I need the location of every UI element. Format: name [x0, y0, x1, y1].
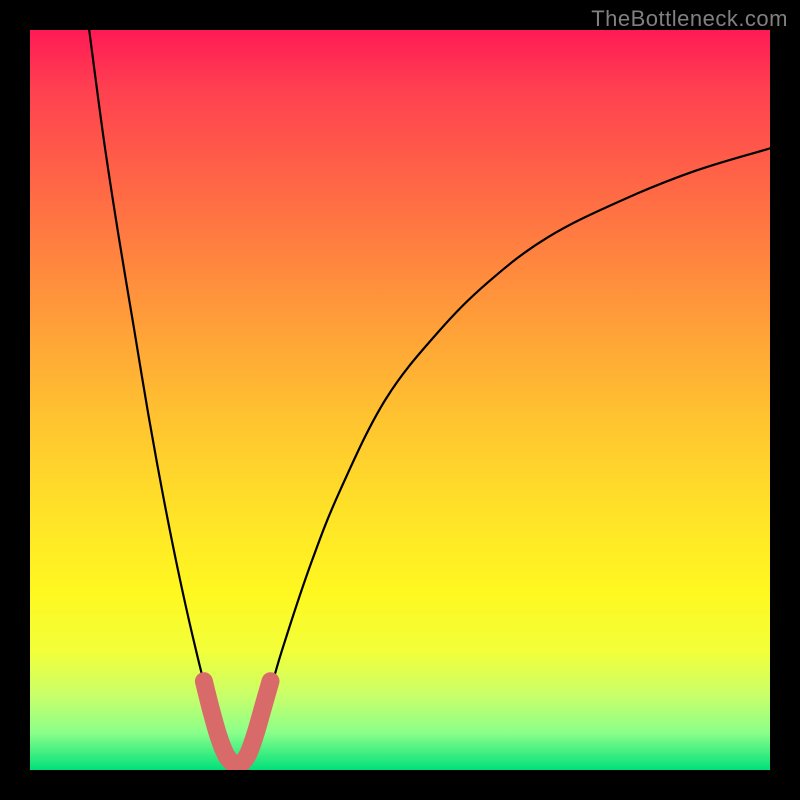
optimal-zone-marker	[204, 681, 271, 766]
watermark-text: TheBottleneck.com	[591, 6, 788, 32]
bottleneck-curve	[89, 30, 770, 770]
bottleneck-chart	[30, 30, 770, 770]
chart-plot-area	[30, 30, 770, 770]
